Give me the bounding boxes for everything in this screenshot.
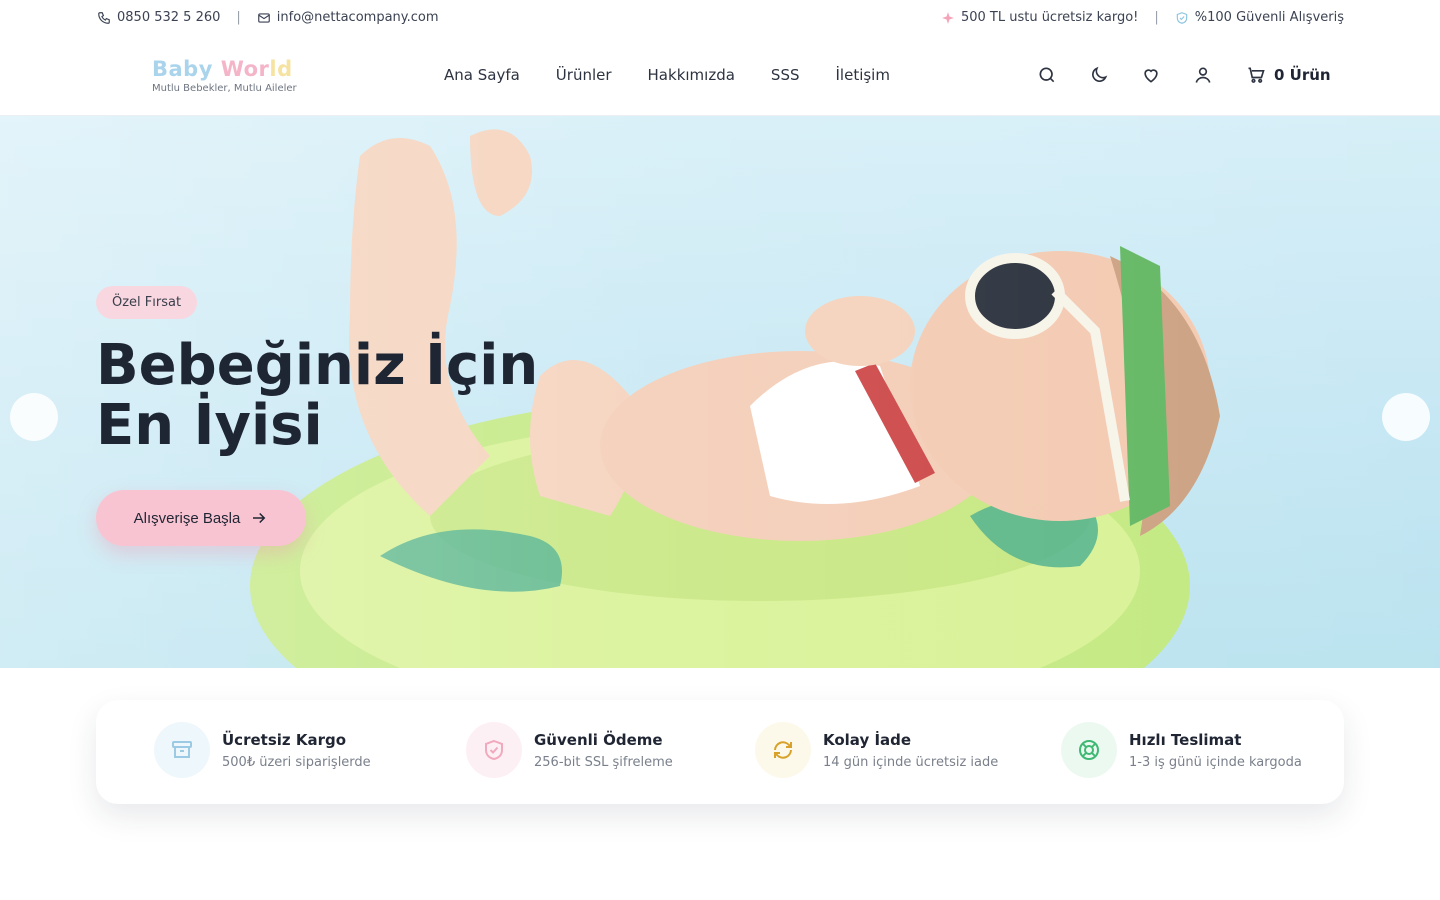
- secure-info: %100 Güvenli Alışveriş: [1175, 10, 1344, 25]
- mail-icon: [257, 12, 270, 23]
- feature-secure-payment: Güvenli Ödeme 256-bit SSL şifreleme: [466, 722, 673, 778]
- feature-icon-bg: [154, 722, 210, 778]
- offer-badge: Özel Fırsat: [96, 286, 198, 319]
- shield-check-icon: [1176, 11, 1188, 24]
- hero-title: Bebeğiniz İçin En İyisi: [96, 333, 539, 458]
- logo-tagline: Mutlu Bebekler, Mutlu Aileler: [152, 83, 297, 94]
- feature-title: Kolay İade: [823, 730, 912, 749]
- shop-now-label: Alışverişe Başla: [133, 509, 241, 527]
- feature-icon-bg: [1061, 722, 1117, 778]
- moon-icon: [1092, 66, 1108, 82]
- feature-icon-bg: [755, 722, 811, 778]
- search-icon: [1039, 67, 1055, 83]
- main-nav: Ana Sayfa Ürünler Hakkımızda SSS İletişi…: [444, 66, 890, 84]
- feature-desc: 256-bit SSL şifreleme: [534, 754, 673, 770]
- email-address: info@nettacompany.com: [276, 10, 439, 25]
- divider: |: [1154, 10, 1159, 25]
- feature-fast-delivery: Hızlı Teslimat 1-3 iş günü içinde kargod…: [1061, 722, 1302, 778]
- shipping-info: 500 TL ustu ücretsiz kargo!: [941, 10, 1138, 25]
- cart-count: 0 Ürün: [1274, 66, 1331, 84]
- logo[interactable]: Baby World Mutlu Bebekler, Mutlu Aileler: [152, 56, 297, 94]
- secure-text: %100 Güvenli Alışveriş: [1194, 10, 1344, 25]
- slider-prev-button[interactable]: [10, 393, 58, 441]
- arrow-right-icon: [253, 512, 266, 524]
- cart-button[interactable]: 0 Ürün: [1246, 65, 1331, 85]
- refresh-icon: [774, 741, 792, 759]
- nav-products[interactable]: Ürünler: [556, 66, 612, 84]
- phone-link[interactable]: 0850 532 5 260: [97, 10, 220, 25]
- feature-title: Ücretsiz Kargo: [222, 730, 347, 749]
- slider-next-button[interactable]: [1382, 393, 1430, 441]
- shipping-text: 500 TL ustu ücretsiz kargo!: [960, 10, 1139, 25]
- main-header: Baby World Mutlu Bebekler, Mutlu Aileler…: [0, 36, 1440, 116]
- account-button[interactable]: [1192, 64, 1214, 86]
- feature-icon-bg: [466, 722, 522, 778]
- header-actions: 0 Ürün: [1036, 64, 1331, 86]
- top-bar-contact: 0850 532 5 260 | info@nettacompany.com: [97, 10, 439, 25]
- feature-title: Hızlı Teslimat: [1129, 730, 1242, 749]
- sparkle-icon: [942, 11, 954, 24]
- wishlist-button[interactable]: [1140, 64, 1162, 86]
- shop-now-button[interactable]: Alışverişe Başla: [96, 490, 306, 546]
- heart-icon: [1144, 69, 1158, 83]
- shield-check-icon: [485, 739, 503, 761]
- archive-box-icon: [172, 741, 192, 758]
- feature-easy-return: Kolay İade 14 gün içinde ücretsiz iade: [755, 722, 998, 778]
- feature-free-shipping: Ücretsiz Kargo 500₺ üzeri siparişlerde: [154, 722, 371, 778]
- feature-desc: 1-3 iş günü içinde kargoda: [1129, 754, 1302, 770]
- cart-icon: [1248, 67, 1265, 83]
- phone-icon: [98, 11, 110, 24]
- feature-title: Güvenli Ödeme: [534, 730, 663, 749]
- hero-banner: Özel Fırsat Bebeğiniz İçin En İyisi Alış…: [0, 116, 1440, 668]
- dark-mode-button[interactable]: [1088, 64, 1110, 86]
- divider: |: [236, 10, 241, 25]
- feature-desc: 14 gün içinde ücretsiz iade: [823, 754, 999, 770]
- logo-title: Baby World: [152, 57, 293, 81]
- nav-about[interactable]: Hakkımızda: [648, 66, 735, 84]
- nav-faq[interactable]: SSS: [771, 66, 800, 84]
- email-link[interactable]: info@nettacompany.com: [257, 10, 439, 25]
- phone-number: 0850 532 5 260: [117, 10, 221, 25]
- features-bar: Ücretsiz Kargo 500₺ üzeri siparişlerde G…: [96, 700, 1344, 804]
- nav-home[interactable]: Ana Sayfa: [444, 66, 520, 84]
- top-bar-info: 500 TL ustu ücretsiz kargo! | %100 Güven…: [941, 10, 1344, 25]
- nav-contact[interactable]: İletişim: [836, 66, 890, 84]
- lifebuoy-icon: [1079, 740, 1099, 760]
- feature-desc: 500₺ üzeri siparişlerde: [222, 754, 371, 770]
- search-button[interactable]: [1036, 64, 1058, 86]
- user-icon: [1195, 67, 1211, 83]
- top-bar: 0850 532 5 260 | info@nettacompany.com 5…: [0, 0, 1440, 36]
